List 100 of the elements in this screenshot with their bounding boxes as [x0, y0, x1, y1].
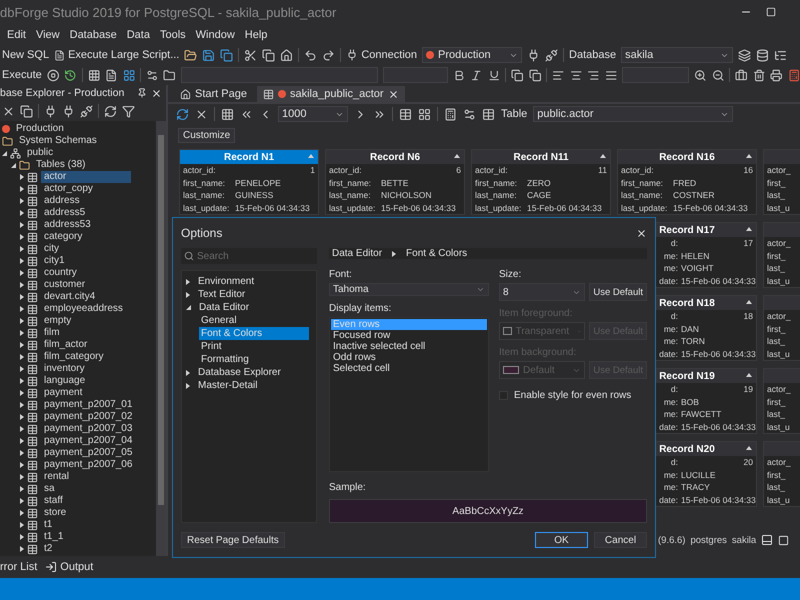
menu-item[interactable]: Edit — [2, 28, 31, 40]
list-item[interactable]: Odd rows — [331, 352, 487, 364]
cancel-icon[interactable] — [195, 108, 208, 120]
search-input[interactable]: Search — [197, 250, 297, 262]
settings-icon[interactable] — [146, 68, 158, 82]
list-item[interactable]: Selected cell — [331, 363, 487, 374]
record-card[interactable]: actor_ first_ last_ last_u — [763, 222, 800, 288]
list-item[interactable]: Inactive selected cell — [331, 341, 487, 352]
expander-icon[interactable] — [20, 186, 24, 192]
menu-item[interactable]: Tools — [154, 28, 191, 40]
scrollbar[interactable] — [156, 121, 166, 556]
close-icon[interactable] — [151, 88, 162, 98]
record-header[interactable]: Record N11 — [472, 150, 610, 164]
menu-item[interactable]: Help — [240, 28, 272, 40]
menu-item[interactable]: Database — [64, 28, 122, 40]
tree-item[interactable]: Production — [13, 123, 67, 135]
expander-icon[interactable] — [20, 294, 24, 300]
copy-icon[interactable] — [262, 48, 276, 62]
tree-item[interactable]: customer — [41, 279, 88, 291]
expander-icon[interactable] — [20, 438, 24, 444]
print-icon[interactable] — [770, 68, 783, 82]
record-card[interactable]: actor_ first_ last_ last_u — [763, 441, 800, 507]
tree-item[interactable]: actor_copy — [41, 183, 96, 195]
use-default-button[interactable]: Use Default — [589, 283, 647, 302]
tree-item[interactable]: sa — [41, 483, 58, 495]
tree-item[interactable]: city1 — [41, 255, 68, 267]
options-tree-item[interactable]: Formatting — [199, 353, 251, 366]
expander-icon[interactable] — [20, 330, 24, 336]
settings-icon[interactable] — [463, 108, 476, 120]
search-field[interactable]: Search — [181, 248, 317, 264]
document-icon[interactable] — [105, 68, 118, 82]
refresh-icon[interactable] — [104, 104, 117, 118]
expander-icon[interactable] — [186, 278, 190, 284]
document-tab[interactable]: Start Page — [174, 86, 253, 102]
justify-icon[interactable] — [604, 68, 617, 82]
tree-item[interactable]: address5 — [41, 207, 88, 219]
duplicate-icon[interactable] — [20, 104, 33, 118]
expander-icon[interactable] — [186, 382, 190, 388]
new-connection-icon[interactable] — [44, 104, 57, 118]
panel-layout-icon[interactable] — [761, 534, 774, 546]
redo-icon[interactable] — [322, 48, 336, 62]
menu-item[interactable]: View — [30, 28, 65, 40]
tree-item[interactable]: payment_p2007_01 — [41, 399, 136, 411]
tree-item[interactable]: language — [41, 375, 88, 387]
tree-item[interactable]: payment_p2007_06 — [41, 459, 136, 471]
expander-icon[interactable] — [2, 150, 7, 156]
tree-item[interactable]: film — [41, 327, 63, 339]
expander-icon[interactable] — [186, 305, 191, 310]
delete-icon[interactable] — [2, 104, 15, 118]
options-tree-item[interactable]: Environment — [196, 275, 256, 288]
layout-icon[interactable] — [122, 68, 135, 82]
connection-button[interactable]: Connection — [346, 49, 418, 61]
zoom-in-icon[interactable] — [694, 68, 707, 82]
maximize-icon[interactable] — [766, 7, 776, 17]
font-combo[interactable]: Tahoma — [329, 283, 489, 296]
options-tree-item[interactable]: Data Editor — [197, 301, 252, 314]
connect-icon[interactable] — [527, 48, 540, 62]
record-card[interactable]: Record N16 actor_id: 16 first_name: FRED last_name: COSTNER last_update: 15-Feb-06 04:34:33 — [617, 149, 757, 215]
database-combo[interactable]: sakila — [621, 47, 734, 63]
expander-icon[interactable] — [20, 486, 24, 492]
menu-item[interactable]: Window — [190, 28, 240, 40]
list-item[interactable]: Focused row — [331, 330, 487, 342]
bold-icon[interactable] — [452, 68, 466, 82]
disconnect-icon[interactable] — [80, 104, 93, 118]
record-card[interactable]: actor_ first_ last_ last_u — [763, 295, 800, 361]
expander-icon[interactable] — [20, 462, 24, 468]
tree-item[interactable]: t1 — [41, 519, 56, 531]
options-tree-item[interactable]: Master-Detail — [196, 379, 260, 392]
tree-item[interactable]: store — [41, 507, 70, 519]
card-view-icon[interactable] — [418, 108, 431, 120]
expander-icon[interactable] — [20, 522, 24, 528]
cut-icon[interactable] — [244, 48, 258, 62]
calculator-icon[interactable] — [444, 108, 457, 120]
tree-item[interactable]: staff — [41, 495, 66, 507]
record-card[interactable]: Record N1 actor_id: 1 first_name: PENELOPE last_name: GUINESS last_update: 15-Feb-06 04:34:33 — [179, 149, 319, 215]
expander-icon[interactable] — [186, 292, 190, 298]
expander-icon[interactable] — [20, 450, 24, 456]
tree-item[interactable]: t1_1 — [41, 531, 66, 543]
expander-icon[interactable] — [20, 246, 24, 252]
expander-icon[interactable] — [20, 198, 24, 204]
record-header[interactable]: Record N6 — [326, 150, 464, 164]
table-icon[interactable] — [482, 108, 495, 120]
menu-item[interactable]: Data — [122, 28, 155, 40]
expander-icon[interactable] — [20, 402, 24, 408]
expander-icon[interactable] — [11, 162, 16, 168]
structure-icon[interactable] — [774, 48, 788, 62]
record-card[interactable]: actor_ first_ last_ last_u — [763, 368, 800, 434]
customize-button[interactable]: Customize — [178, 128, 236, 142]
disconnect-icon[interactable] — [545, 48, 558, 62]
row-limit-combo[interactable]: 1000 — [278, 106, 348, 122]
tree-item[interactable]: employeeaddress — [41, 303, 126, 315]
breadcrumb-item[interactable]: Font & Colors — [406, 248, 468, 260]
expander-icon[interactable] — [20, 534, 24, 540]
tree-item[interactable]: devart.city4 — [41, 291, 98, 303]
record-header[interactable]: Record N1 — [180, 150, 318, 164]
align-right-icon[interactable] — [587, 68, 600, 82]
align-center-icon[interactable] — [570, 68, 582, 82]
tree-item[interactable]: actor — [41, 171, 131, 183]
history-icon[interactable] — [64, 68, 77, 82]
calculator-icon[interactable] — [788, 68, 800, 82]
